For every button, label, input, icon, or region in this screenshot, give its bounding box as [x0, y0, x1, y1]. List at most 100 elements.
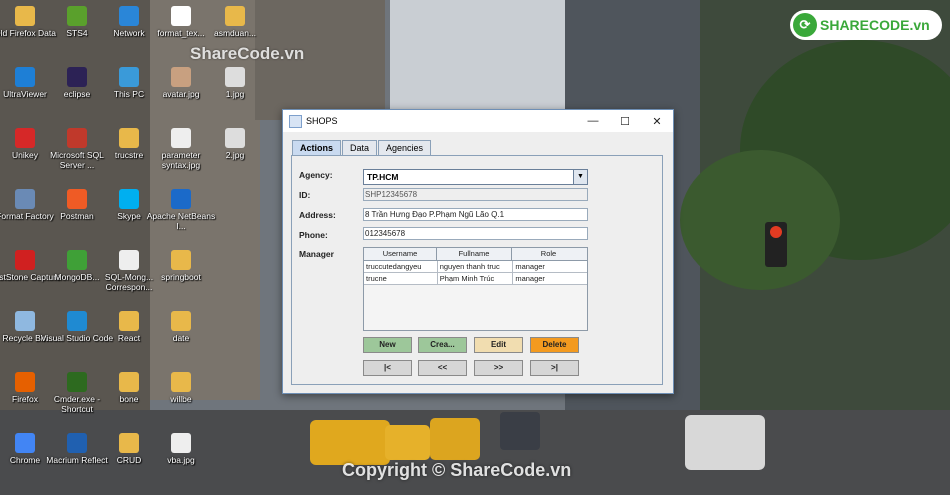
firefox-icon: [15, 372, 35, 392]
phone-label: Phone:: [299, 230, 328, 240]
new-button[interactable]: New: [363, 337, 412, 353]
maximize-button[interactable]: ☐: [609, 110, 641, 132]
phone-field[interactable]: 012345678: [363, 227, 588, 240]
chevron-down-icon[interactable]: ▼: [573, 170, 587, 184]
desktop-icon-label: 2.jpg: [225, 150, 245, 160]
postman-icon: [67, 189, 87, 209]
desktop-icon-label: asmduan...: [213, 28, 257, 38]
cell-username: trucne: [364, 273, 438, 284]
image-icon: [171, 67, 191, 87]
column-role[interactable]: Role: [512, 248, 585, 260]
table-row[interactable]: trucne Phạm Minh Trúc manager: [364, 273, 587, 285]
desktop-icon-label: 1.jpg: [225, 89, 245, 99]
id-label: ID:: [299, 190, 311, 200]
folder-icon: [119, 128, 139, 148]
image-icon: [171, 433, 191, 453]
manager-table[interactable]: Username Fullname Role truccutedangyeu n…: [363, 247, 588, 331]
desktop-icon[interactable]: Apache NetBeans I...: [143, 189, 219, 231]
agency-selected-value: TP.HCM: [367, 172, 399, 182]
skype-icon: [119, 189, 139, 209]
window-content: Actions Data Agencies Agency: TP.HCM ▼ I…: [283, 132, 673, 393]
address-field[interactable]: 8 Trần Hưng Đạo P.Phạm Ngũ Lão Q.1: [363, 208, 588, 221]
sharecode-logo: ⟳ SHARECODE.vn: [790, 10, 942, 40]
agency-select[interactable]: TP.HCM ▼: [363, 169, 588, 185]
cmder-icon: [67, 372, 87, 392]
folder-icon: [171, 250, 191, 270]
logo-text: SHARECODE.vn: [820, 17, 930, 33]
cell-role: manager: [515, 274, 545, 283]
java-app-icon: [289, 114, 302, 128]
folder-icon: [15, 6, 35, 26]
cell-fullname: nguyen thanh truc: [438, 261, 514, 272]
id-field: SHP12345678: [363, 188, 588, 201]
formatfactory-icon: [15, 189, 35, 209]
computer-icon: [119, 67, 139, 87]
table-row[interactable]: truccutedangyeu nguyen thanh truc manage…: [364, 261, 587, 273]
desktop-icon-label: Apache NetBeans I...: [146, 211, 216, 231]
desktop-icon-label: springboot: [161, 272, 201, 282]
shops-window: SHOPS — ☐ ✕ Actions Data Agencies Agency…: [282, 109, 674, 394]
previous-record-button[interactable]: <<: [418, 360, 467, 376]
folder-icon: [171, 372, 191, 392]
unikey-icon: [15, 128, 35, 148]
chrome-icon: [15, 433, 35, 453]
folder-icon: [171, 311, 191, 331]
last-record-button[interactable]: >|: [530, 360, 579, 376]
desktop-icon[interactable]: 1.jpg: [197, 67, 273, 99]
desktop-icon[interactable]: date: [143, 311, 219, 343]
desktop-icon[interactable]: asmduan...: [197, 6, 273, 38]
folder-icon: [225, 6, 245, 26]
netbeans-icon: [171, 189, 191, 209]
recycle-bin-icon: [15, 311, 35, 331]
watermark-bottom: Copyright © ShareCode.vn: [342, 460, 572, 480]
tab-agencies[interactable]: Agencies: [378, 140, 432, 156]
cell-role: manager: [515, 262, 545, 271]
cell-fullname: Phạm Minh Trúc: [438, 273, 514, 284]
desktop-icon[interactable]: vba.jpg: [143, 433, 219, 465]
desktop-icon-label: vba.jpg: [167, 455, 195, 465]
first-record-button[interactable]: |<: [363, 360, 412, 376]
actions-panel: Agency: TP.HCM ▼ ID: SHP12345678 Address…: [291, 155, 663, 385]
mongodb-icon: [67, 250, 87, 270]
create-button[interactable]: Crea...: [418, 337, 467, 353]
folder-icon: [119, 372, 139, 392]
manager-label: Manager: [299, 249, 334, 259]
vscode-icon: [67, 311, 87, 331]
delete-button[interactable]: Delete: [530, 337, 579, 353]
column-fullname[interactable]: Fullname: [437, 248, 512, 260]
image-icon: [171, 128, 191, 148]
address-label: Address:: [299, 210, 336, 220]
macrium-icon: [67, 433, 87, 453]
folder-icon: [119, 311, 139, 331]
image-icon: [225, 67, 245, 87]
faststone-icon: [15, 250, 35, 270]
folder-icon: [119, 433, 139, 453]
agency-label: Agency:: [299, 170, 333, 180]
minimize-button[interactable]: —: [577, 110, 609, 132]
tab-actions[interactable]: Actions: [292, 140, 342, 156]
image-icon: [225, 128, 245, 148]
desktop-icon[interactable]: springboot: [143, 250, 219, 282]
next-record-button[interactable]: >>: [474, 360, 523, 376]
desktop-icon-label: willbe: [170, 394, 192, 404]
eclipse-icon: [67, 67, 87, 87]
logo-icon: ⟳: [793, 13, 817, 37]
tab-strip: Actions Data Agencies: [292, 140, 432, 156]
close-button[interactable]: ✕: [641, 110, 673, 132]
ultraviewer-icon: [15, 67, 35, 87]
title-bar[interactable]: SHOPS — ☐ ✕: [283, 110, 673, 132]
desktop-icon[interactable]: 2.jpg: [197, 128, 273, 160]
cell-username: truccutedangyeu: [364, 261, 438, 272]
table-header: Username Fullname Role: [364, 248, 587, 261]
file-icon: [171, 6, 191, 26]
desktop-icon[interactable]: willbe: [143, 372, 219, 404]
network-icon: [119, 6, 139, 26]
watermark-top: ShareCode.vn: [190, 44, 305, 63]
edit-button[interactable]: Edit: [474, 337, 523, 353]
tab-data[interactable]: Data: [342, 140, 378, 156]
sqlserver-icon: [67, 128, 87, 148]
file-icon: [119, 250, 139, 270]
window-title: SHOPS: [306, 116, 338, 126]
sts-icon: [67, 6, 87, 26]
column-username[interactable]: Username: [364, 248, 437, 260]
